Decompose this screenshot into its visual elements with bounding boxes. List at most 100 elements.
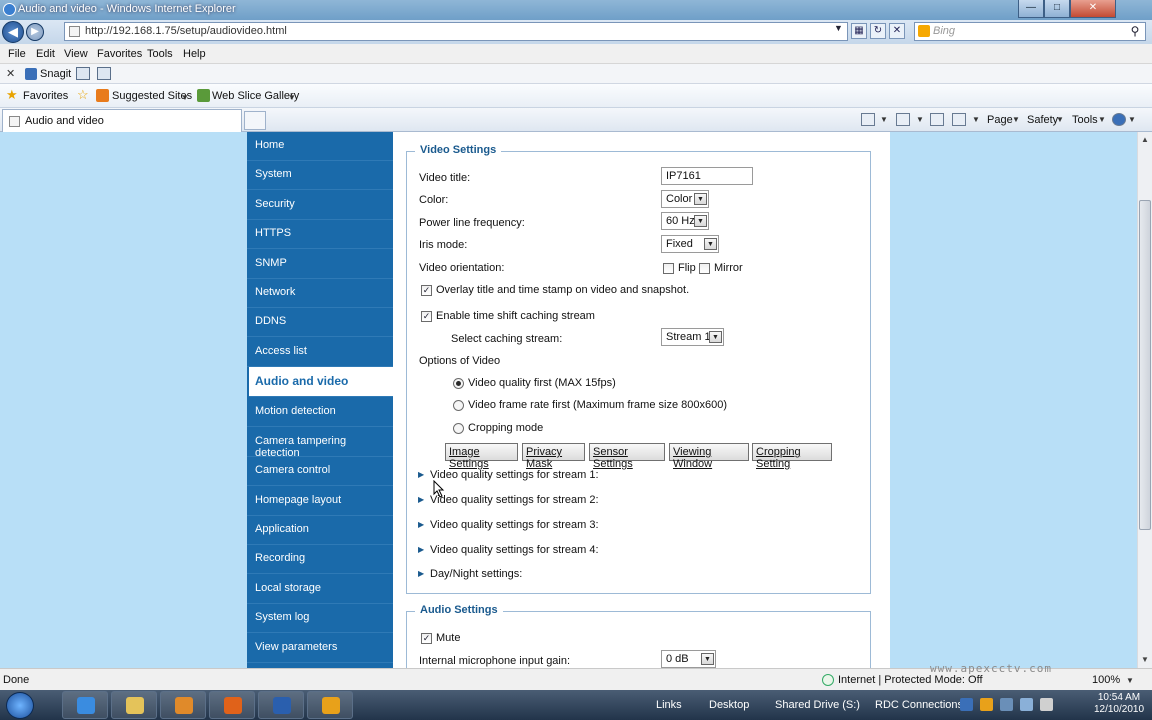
search-input[interactable]: Bing [914, 22, 1146, 41]
tray-volume-icon[interactable] [1040, 698, 1053, 711]
menu-help[interactable]: Help [183, 48, 206, 60]
nav-application[interactable]: Application [247, 516, 393, 545]
stream-4-settings-toggle[interactable]: Video quality settings for stream 4: [430, 544, 599, 556]
power-line-frequency-select[interactable]: 60 Hz ▼ [661, 212, 709, 230]
image-settings-button[interactable]: Image Settings [445, 443, 518, 470]
taskbar-clock[interactable]: 10:54 AM 12/10/2010 [1090, 692, 1148, 716]
overlay-checkbox[interactable]: ✓ [421, 285, 432, 296]
nav-motion-detection[interactable]: Motion detection [247, 398, 393, 427]
web-slice-gallery-link[interactable]: Web Slice Gallery [212, 90, 299, 102]
video-title-input[interactable]: IP7161 [661, 167, 753, 185]
taskbar-explorer-button[interactable] [111, 691, 157, 719]
mic-gain-select[interactable]: 0 dB ▼ [661, 650, 716, 668]
read-mail-icon[interactable] [930, 113, 944, 126]
refresh-icon[interactable]: ↻ [870, 23, 886, 39]
expand-arrow-icon[interactable]: ▶ [418, 569, 424, 578]
menu-view[interactable]: View [64, 48, 88, 60]
nav-view-parameters[interactable]: View parameters [247, 634, 393, 663]
taskbar-firefox-button[interactable] [209, 691, 255, 719]
nav-home[interactable]: Home [247, 132, 393, 161]
address-bar[interactable]: http://192.168.1.75/setup/audiovideo.htm… [64, 22, 848, 41]
expand-arrow-icon[interactable]: ▶ [418, 495, 424, 504]
tray-monitor-icon[interactable] [1020, 698, 1033, 711]
nav-camera-tampering-detection[interactable]: Camera tampering detection [247, 428, 393, 459]
snagit-editor-icon[interactable] [97, 67, 111, 80]
taskbar-desktop[interactable]: Desktop [709, 699, 749, 711]
help-icon[interactable] [1112, 113, 1126, 126]
favorites-button[interactable]: Favorites [23, 90, 68, 102]
cropping-setting-button[interactable]: Cropping Setting [752, 443, 832, 470]
iris-mode-select[interactable]: Fixed ▼ [661, 235, 719, 253]
security-zone[interactable]: Internet | Protected Mode: Off [838, 674, 983, 686]
privacy-mask-button[interactable]: Privacy Mask [522, 443, 585, 470]
color-select[interactable]: Color ▼ [661, 190, 709, 208]
tools-menu[interactable]: Tools [1072, 114, 1098, 126]
nav-system[interactable]: System [247, 161, 393, 190]
stream-3-settings-toggle[interactable]: Video quality settings for stream 3: [430, 519, 599, 531]
taskbar-rdc-connections[interactable]: RDC Connections [875, 699, 963, 711]
chevron-down-icon[interactable]: ▼ [916, 115, 924, 124]
taskbar-visio-button[interactable] [258, 691, 304, 719]
flip-checkbox[interactable] [663, 263, 674, 274]
nav-system-log[interactable]: System log [247, 604, 393, 633]
chevron-down-icon[interactable]: ▼ [880, 115, 888, 124]
taskbar-outlook-button[interactable] [307, 691, 353, 719]
nav-audio-and-video[interactable]: Audio and video [249, 367, 393, 397]
nav-snmp[interactable]: SNMP [247, 250, 393, 279]
viewing-window-button[interactable]: Viewing Window [669, 443, 749, 470]
radio-video-quality-first[interactable] [453, 378, 464, 389]
sensor-settings-button[interactable]: Sensor Settings [589, 443, 665, 470]
snagit-button[interactable]: Snagit [40, 68, 71, 80]
taskbar-media-player-button[interactable] [160, 691, 206, 719]
tray-network-icon[interactable] [960, 698, 973, 711]
vertical-scrollbar[interactable]: ▲ ▼ [1137, 132, 1152, 668]
close-toolbar-icon[interactable]: ✕ [6, 67, 15, 80]
expand-arrow-icon[interactable]: ▶ [418, 545, 424, 554]
expand-arrow-icon[interactable]: ▶ [418, 520, 424, 529]
radio-cropping-mode[interactable] [453, 423, 464, 434]
chevron-down-icon[interactable]: ▼ [181, 93, 189, 102]
stream-1-settings-toggle[interactable]: Video quality settings for stream 1: [430, 469, 599, 481]
safety-menu[interactable]: Safety [1027, 114, 1058, 126]
chevron-down-icon[interactable]: ▼ [1126, 676, 1134, 685]
search-icon[interactable]: ⚲ [1124, 22, 1146, 41]
radio-video-frame-rate-first[interactable] [453, 400, 464, 411]
scroll-thumb[interactable] [1139, 200, 1151, 530]
menu-favorites[interactable]: Favorites [97, 48, 142, 60]
tray-display-icon[interactable] [1000, 698, 1013, 711]
chevron-down-icon[interactable]: ▼ [1056, 115, 1064, 124]
nav-recording[interactable]: Recording [247, 545, 393, 574]
scroll-down-icon[interactable]: ▼ [1138, 652, 1152, 668]
tray-outlook-icon[interactable] [980, 698, 993, 711]
menu-edit[interactable]: Edit [36, 48, 55, 60]
new-tab-button[interactable] [244, 111, 266, 130]
chevron-down-icon[interactable]: ▼ [288, 93, 296, 102]
home-icon[interactable] [861, 113, 875, 126]
tab-audio-and-video[interactable]: Audio and video [2, 109, 242, 132]
minimize-button[interactable]: — [1018, 0, 1044, 18]
nav-access-list[interactable]: Access list [247, 338, 393, 367]
menu-tools[interactable]: Tools [147, 48, 173, 60]
nav-ddns[interactable]: DDNS [247, 308, 393, 337]
nav-security[interactable]: Security [247, 191, 393, 220]
nav-camera-control[interactable]: Camera control [247, 457, 393, 486]
caching-stream-select[interactable]: Stream 1 ▼ [661, 328, 724, 346]
back-button[interactable]: ◀ [2, 21, 24, 43]
nav-network[interactable]: Network [247, 279, 393, 308]
compatibility-icon[interactable]: ▦ [851, 23, 867, 39]
expand-arrow-icon[interactable]: ▶ [418, 470, 424, 479]
feeds-icon[interactable] [896, 113, 910, 126]
menu-file[interactable]: File [8, 48, 26, 60]
day-night-settings-toggle[interactable]: Day/Night settings: [430, 568, 522, 580]
zoom-level[interactable]: 100% [1092, 674, 1120, 686]
chevron-down-icon[interactable]: ▼ [1098, 115, 1106, 124]
snagit-capture-icon[interactable] [76, 67, 90, 80]
taskbar-shared-drive[interactable]: Shared Drive (S:) [775, 699, 860, 711]
stop-icon[interactable]: ✕ [889, 23, 905, 39]
chevron-down-icon[interactable]: ▼ [1012, 115, 1020, 124]
maximize-button[interactable]: □ [1044, 0, 1070, 18]
stream-2-settings-toggle[interactable]: Video quality settings for stream 2: [430, 494, 599, 506]
chevron-down-icon[interactable]: ▼ [972, 115, 980, 124]
mirror-checkbox[interactable] [699, 263, 710, 274]
chevron-down-icon[interactable]: ▼ [1128, 115, 1136, 124]
